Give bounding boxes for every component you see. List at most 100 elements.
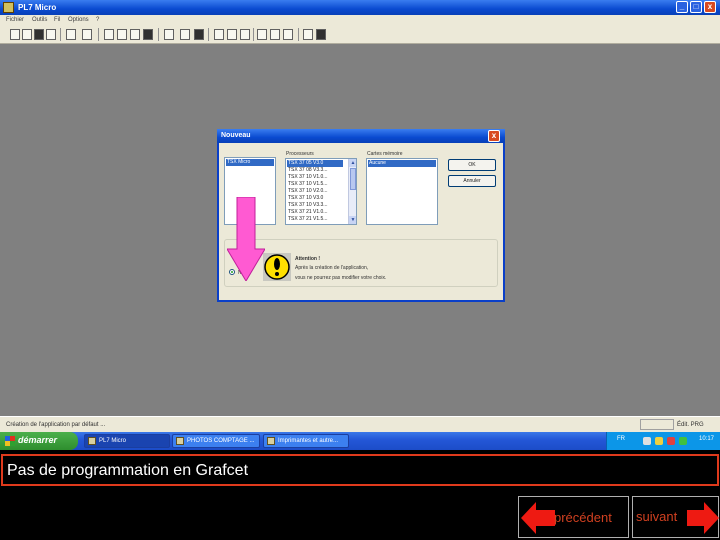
- debug-icon[interactable]: [240, 29, 250, 40]
- network-icon[interactable]: [643, 437, 651, 445]
- run-icon[interactable]: [180, 29, 190, 40]
- status-cell: [640, 419, 674, 430]
- previous-button[interactable]: précédent: [518, 496, 629, 538]
- dialog-close-button[interactable]: x: [488, 130, 500, 142]
- clock: 10:17: [699, 436, 715, 442]
- app-title-bar: PL7 Micro _ □ x: [0, 0, 720, 15]
- list-item[interactable]: Aucune: [368, 160, 436, 167]
- window-icon[interactable]: [283, 29, 293, 40]
- menu-options[interactable]: Options: [68, 16, 89, 25]
- list-item[interactable]: TSX 37 10 V1.0...: [287, 174, 327, 181]
- paste-icon[interactable]: [130, 29, 140, 40]
- next-label: suivant: [636, 509, 678, 524]
- dialog-title: Nouveau: [221, 132, 251, 139]
- toolbar-separator: [208, 28, 209, 41]
- toolbar-separator: [98, 28, 99, 41]
- list-item[interactable]: TSX 37 10 V1.5...: [287, 181, 327, 188]
- slide-caption: Pas de programmation en Grafcet: [7, 462, 249, 479]
- minimize-button[interactable]: _: [676, 1, 688, 13]
- volume-icon[interactable]: [655, 437, 663, 445]
- print-icon[interactable]: [46, 29, 56, 40]
- library-icon[interactable]: [257, 29, 267, 40]
- status-mode: Édit. PRG: [677, 422, 704, 428]
- list-item[interactable]: TSX Micro: [226, 159, 274, 166]
- printer-icon: [267, 437, 275, 445]
- processor-list-scrollbar[interactable]: ▲ ▼: [348, 159, 356, 224]
- scroll-thumb[interactable]: [350, 168, 356, 190]
- variables-icon[interactable]: [214, 29, 224, 40]
- list-item[interactable]: TSX 37 21 V1.5...: [287, 216, 327, 223]
- taskbar-item-printers[interactable]: Imprimantes et autre...: [263, 434, 349, 448]
- list-item[interactable]: TSX 37 10 V2.0...: [287, 188, 327, 195]
- menu-fichier[interactable]: Fichier: [6, 16, 24, 25]
- open-icon[interactable]: [22, 29, 32, 40]
- list-item[interactable]: TSX 37 08 V3.3...: [287, 167, 327, 174]
- start-label: démarrer: [18, 435, 58, 445]
- undo-icon[interactable]: [66, 29, 76, 40]
- toolbar-separator: [253, 28, 254, 41]
- transfer-icon[interactable]: [143, 29, 153, 40]
- ok-button[interactable]: OK: [448, 159, 496, 171]
- previous-arrow-icon: [521, 502, 555, 534]
- check-icon[interactable]: [82, 29, 92, 40]
- toolbar: [0, 26, 720, 44]
- next-arrow-icon: [687, 502, 719, 534]
- folder-icon: [176, 437, 184, 445]
- taskbar-item-label: PHOTOS COMPTAGE ...: [187, 438, 255, 444]
- taskbar-item-label: PL7 Micro: [99, 438, 127, 444]
- app-icon: [88, 437, 96, 445]
- dialog-title-bar: Nouveau x: [217, 129, 505, 143]
- toolbar-separator: [298, 28, 299, 41]
- warning-title: Attention !: [295, 256, 320, 262]
- scroll-up-icon[interactable]: ▲: [349, 159, 356, 167]
- status-bar: Création de l'application par défaut ...…: [0, 416, 720, 432]
- cancel-button[interactable]: Annuler: [448, 175, 496, 187]
- save-icon[interactable]: [34, 29, 44, 40]
- taskbar-item-label: Imprimantes et autre...: [278, 438, 339, 444]
- app-icon: [3, 2, 14, 13]
- start-button[interactable]: démarrer: [0, 432, 78, 450]
- cut-icon[interactable]: [104, 29, 114, 40]
- taskbar-item-pl7[interactable]: PL7 Micro: [84, 434, 170, 448]
- maximize-button[interactable]: □: [690, 1, 702, 13]
- context-help-icon[interactable]: [316, 29, 326, 40]
- pointer-arrow-icon: [227, 197, 265, 281]
- taskbar-item-photos[interactable]: PHOTOS COMPTAGE ...: [172, 434, 260, 448]
- stop-icon[interactable]: [194, 29, 204, 40]
- menu-bar: Fichier Outils Fil Options ?: [0, 15, 720, 26]
- list-item[interactable]: TSX 37 05 V3.0: [287, 160, 343, 167]
- next-button[interactable]: suivant: [632, 496, 719, 538]
- documentation-icon[interactable]: [270, 29, 280, 40]
- menu-fil[interactable]: Fil: [54, 16, 60, 25]
- toolbar-separator: [60, 28, 61, 41]
- new-icon[interactable]: [10, 29, 20, 40]
- system-tray: FR 10:17: [606, 432, 720, 450]
- desktop-screen: PL7 Micro _ □ x Fichier Outils Fil Optio…: [0, 0, 720, 450]
- warning-line-1: Après la création de l'application,: [295, 265, 369, 271]
- close-button[interactable]: x: [704, 1, 716, 13]
- copy-icon[interactable]: [117, 29, 127, 40]
- list-item[interactable]: TSX 37 21 V1.0...: [287, 209, 327, 216]
- help-icon[interactable]: [303, 29, 313, 40]
- list-item[interactable]: TSX 37 10 V3.0: [287, 195, 323, 202]
- app-title: PL7 Micro: [18, 3, 57, 12]
- menu-help[interactable]: ?: [96, 16, 99, 25]
- memory-card-list[interactable]: Aucune: [366, 158, 438, 225]
- taskbar: démarrer PL7 Micro PHOTOS COMPTAGE ... I…: [0, 432, 720, 450]
- processor-list[interactable]: TSX 37 05 V3.0 TSX 37 08 V3.3... TSX 37 …: [285, 158, 357, 225]
- warning-line-2: vous ne pourrez pas modifier votre choix…: [295, 275, 387, 281]
- security-icon[interactable]: [667, 437, 675, 445]
- previous-label: précédent: [554, 510, 612, 525]
- slide-caption-box: Pas de programmation en Grafcet: [1, 454, 719, 486]
- language-indicator[interactable]: FR: [617, 436, 625, 442]
- scroll-down-icon[interactable]: ▼: [349, 216, 356, 224]
- menu-outils[interactable]: Outils: [32, 16, 47, 25]
- plc-connect-icon[interactable]: [164, 29, 174, 40]
- config-icon[interactable]: [227, 29, 237, 40]
- warning-icon: [263, 253, 291, 281]
- windows-flag-icon: [5, 436, 15, 446]
- tray-app-icon[interactable]: [679, 437, 687, 445]
- toolbar-separator: [158, 28, 159, 41]
- list-item[interactable]: TSX 37 10 V3.3...: [287, 202, 327, 209]
- memory-cards-label: Cartes mémoire: [367, 151, 403, 157]
